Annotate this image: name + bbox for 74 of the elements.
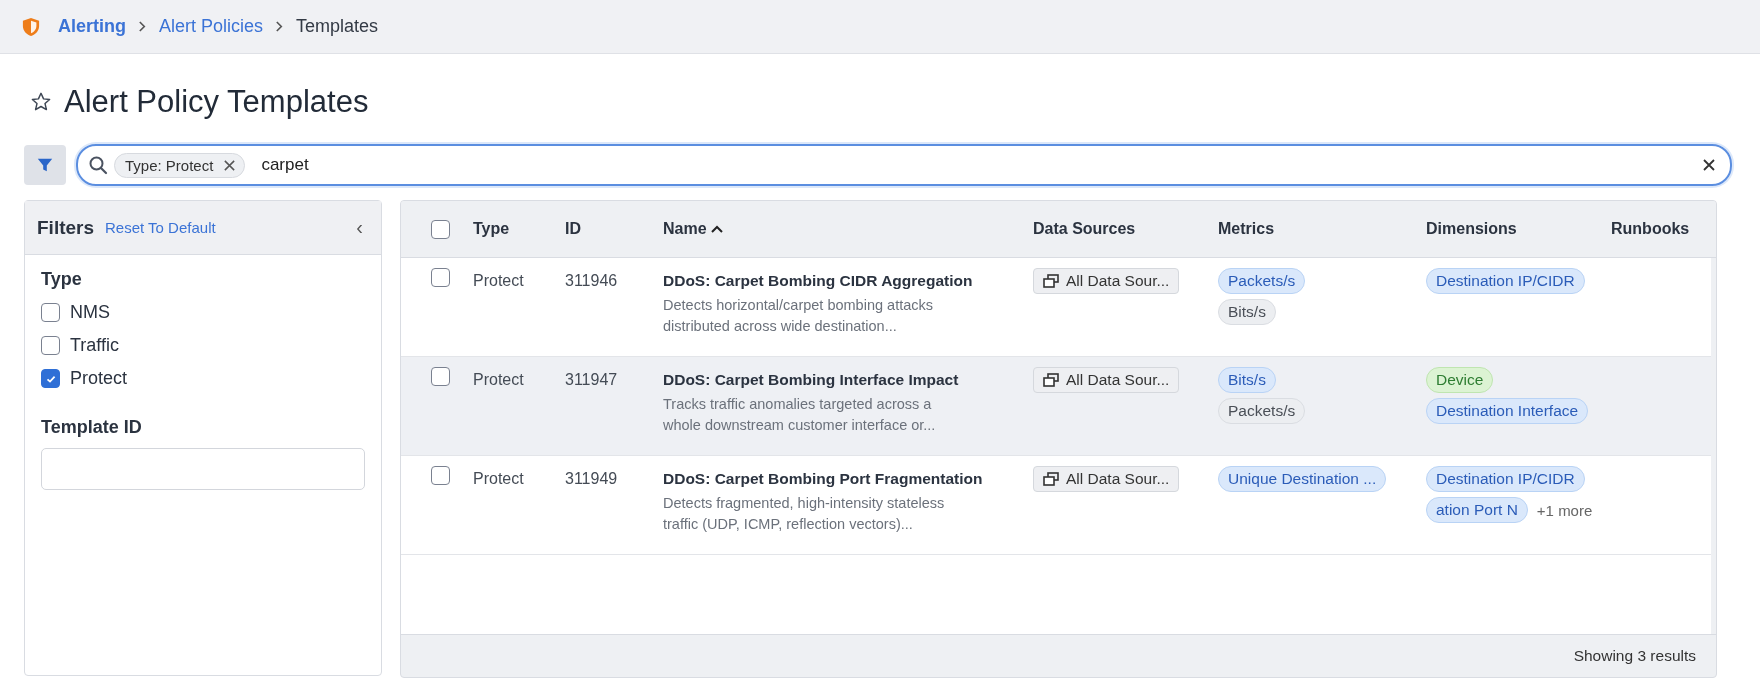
- column-header[interactable]: Data Sources: [1033, 220, 1218, 238]
- collapse-button[interactable]: ‹: [350, 216, 369, 239]
- checkbox[interactable]: [431, 466, 450, 485]
- table-cell-text: 311947: [565, 370, 619, 389]
- close-icon[interactable]: [223, 158, 237, 172]
- more-link[interactable]: +1 more: [1536, 501, 1593, 519]
- breadcrumb-current[interactable]: Templates: [296, 16, 379, 37]
- tag-label: All Data Sour...: [1066, 272, 1170, 290]
- chevron-right-icon: [275, 20, 285, 33]
- chevron-right-icon: [138, 20, 147, 33]
- column-header[interactable]: Runbooks: [1611, 220, 1716, 238]
- data-source-tag[interactable]: All Data Sour...: [1033, 367, 1180, 393]
- table-cell-text: Protect: [473, 370, 525, 389]
- reset-link[interactable]: Reset To Default: [105, 219, 216, 236]
- column-header[interactable]: Dimensions: [1426, 220, 1611, 238]
- checkbox-label: NMS: [70, 302, 110, 323]
- results-count: Showing 3 results: [1573, 647, 1696, 665]
- breadcrumb-link[interactable]: Alert Policies: [159, 16, 264, 37]
- checkbox[interactable]: [41, 303, 60, 322]
- template-name[interactable]: DDoS: Carpet Bombing CIDR Aggregation: [663, 272, 1025, 290]
- dimension-tag: Device: [1426, 367, 1494, 393]
- metric-tag: Bits/s: [1218, 367, 1276, 393]
- filter-icon: [36, 156, 54, 174]
- dimension-tag: ation Port N: [1426, 497, 1528, 523]
- tag-label: All Data Sour...: [1066, 371, 1170, 389]
- checkbox[interactable]: [431, 219, 450, 239]
- metric-tag: Packets/s: [1218, 268, 1306, 294]
- dimension-tag: Destination IP/CIDR: [1426, 466, 1585, 492]
- dimension-tag: Destination Interface: [1426, 398, 1589, 424]
- star-icon[interactable]: [30, 91, 52, 113]
- windows-icon: [1043, 373, 1059, 387]
- table-cell-text: 311946: [565, 271, 619, 290]
- data-source-tag[interactable]: All Data Sour...: [1033, 466, 1180, 492]
- metric-tag: Packets/s: [1218, 398, 1306, 424]
- checkbox[interactable]: [431, 268, 450, 287]
- windows-icon: [1043, 274, 1059, 288]
- template-name[interactable]: DDoS: Carpet Bombing Interface Impact: [663, 371, 1025, 389]
- filter-heading: Template ID: [41, 417, 143, 438]
- caret-up-icon: [709, 224, 724, 234]
- breadcrumb-link[interactable]: Alerting: [58, 16, 126, 37]
- checkbox-label: Protect: [70, 368, 128, 389]
- column-header[interactable]: Name: [663, 220, 1033, 238]
- tag-label: All Data Sour...: [1066, 470, 1170, 488]
- column-header[interactable]: Metrics: [1218, 220, 1426, 238]
- table-row[interactable]: Protect 311947 DDoS: Carpet Bombing Interface Impact Tracks traffic anomalies targeted across a whole downstream customer interface or... All Data Sour... Bits/s Packets/s Device Destination Interface: [401, 357, 1711, 456]
- search-field[interactable]: Type: Protect carpet: [76, 144, 1732, 186]
- template-description: Detects fragmented, high-intensity stateless traffic (UDP, ICMP, reflection vectors)...: [663, 494, 946, 534]
- template-id-field[interactable]: [41, 448, 365, 490]
- filter-button[interactable]: [24, 145, 66, 185]
- template-description: Detects horizontal/carpet bombing attacks distributed across wide destination...: [663, 296, 934, 336]
- column-header[interactable]: ID: [565, 220, 663, 238]
- table-cell-text: Protect: [473, 469, 525, 488]
- table-cell-text: 311949: [565, 469, 619, 488]
- filters-title: Filters: [37, 216, 95, 239]
- checkbox-label: Traffic: [70, 335, 119, 356]
- token-label: Type: Protect: [125, 156, 214, 174]
- data-source-tag[interactable]: All Data Sour...: [1033, 268, 1180, 294]
- metric-tag: Bits/s: [1218, 299, 1276, 325]
- close-icon[interactable]: [1702, 158, 1716, 172]
- table-cell-text: Protect: [473, 271, 525, 290]
- dimension-tag: Destination IP/CIDR: [1426, 268, 1585, 294]
- checkbox[interactable]: [41, 336, 60, 355]
- checkbox[interactable]: [431, 367, 450, 386]
- shield-icon: [22, 16, 40, 37]
- template-name[interactable]: DDoS: Carpet Bombing Port Fragmentation: [663, 470, 1025, 488]
- checkbox[interactable]: [41, 369, 60, 388]
- page-title: Alert Policy Templates: [64, 84, 369, 120]
- template-description: Tracks traffic anomalies targeted across a whole downstream customer interface or...: [663, 395, 937, 435]
- windows-icon: [1043, 472, 1059, 486]
- filter-token[interactable]: Type: Protect: [114, 152, 246, 178]
- metric-tag: Unique Destination ...: [1218, 466, 1387, 492]
- search-icon: [88, 155, 108, 175]
- filter-heading: Type: [41, 269, 83, 290]
- column-header[interactable]: Type: [473, 220, 565, 238]
